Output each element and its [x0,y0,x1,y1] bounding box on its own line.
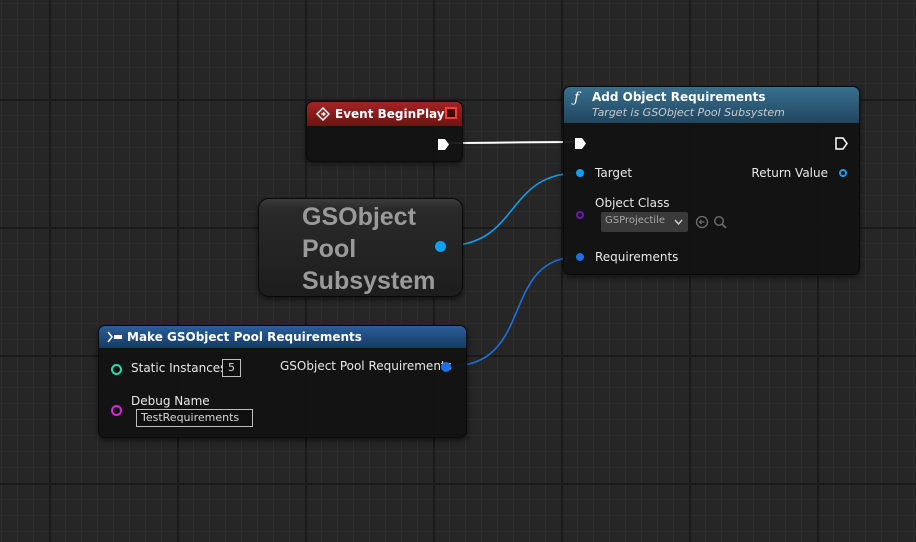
event-diamond-icon [316,107,330,121]
object-class-label: Object Class [595,196,670,210]
return-value-output-pin[interactable] [839,169,847,177]
target-input-pin[interactable] [576,169,584,177]
make-requirements-node[interactable]: Make GSObject Pool Requirements Static I… [98,325,467,438]
subsystem-title-line-3: Subsystem [302,267,436,295]
static-instances-input-pin[interactable] [111,364,122,375]
object-class-dropdown[interactable]: GSProjectile [601,212,688,232]
subsystem-output-pin[interactable] [435,241,446,252]
subsystem-title-line-2: Pool [302,235,357,263]
exec-input-pin[interactable] [574,137,587,150]
debug-name-input-pin[interactable] [111,405,122,416]
requirements-label: Requirements [595,250,679,264]
static-instances-label: Static Instances [131,361,227,375]
subsystem-title: GSObject Pool Subsystem [302,201,435,297]
event-node-title: Event BeginPlay [335,107,445,121]
return-value-label: Return Value [751,166,828,180]
function-node-title: Add Object Requirements [592,90,766,104]
object-class-input-pin[interactable] [576,211,584,219]
subsystem-getter-node[interactable]: GSObject Pool Subsystem [258,198,463,297]
make-node-title: Make GSObject Pool Requirements [127,330,362,344]
object-class-value: GSProjectile [605,215,666,226]
make-struct-icon [107,331,122,343]
debug-name-label: Debug Name [131,394,210,408]
exec-output-pin[interactable] [835,137,848,150]
subsystem-title-line-1: GSObject [302,203,416,231]
requirements-output-pin[interactable] [441,362,451,372]
requirements-input-pin[interactable] [576,253,584,261]
function-node-subtitle: Target is GSObject Pool Subsystem [592,106,785,119]
use-selected-asset-icon[interactable] [695,215,709,229]
event-beginplay-node[interactable]: Event BeginPlay [306,101,463,162]
function-f-icon: ƒ [574,90,580,106]
static-instances-input[interactable]: 5 [222,359,241,377]
debug-name-input[interactable]: TestRequirements [136,409,253,427]
target-wire[interactable] [444,172,579,247]
delegate-output-pin[interactable] [445,107,457,119]
target-label: Target [595,166,633,180]
add-object-requirements-node[interactable]: ƒ Add Object Requirements Target is GSOb… [563,86,860,275]
chevron-down-icon [674,219,683,225]
requirements-output-label: GSObject Pool Requirements [280,359,452,373]
exec-wire[interactable] [447,141,575,144]
browse-search-icon[interactable] [713,215,727,229]
requirements-wire[interactable] [450,256,579,367]
exec-output-pin[interactable] [437,138,450,151]
